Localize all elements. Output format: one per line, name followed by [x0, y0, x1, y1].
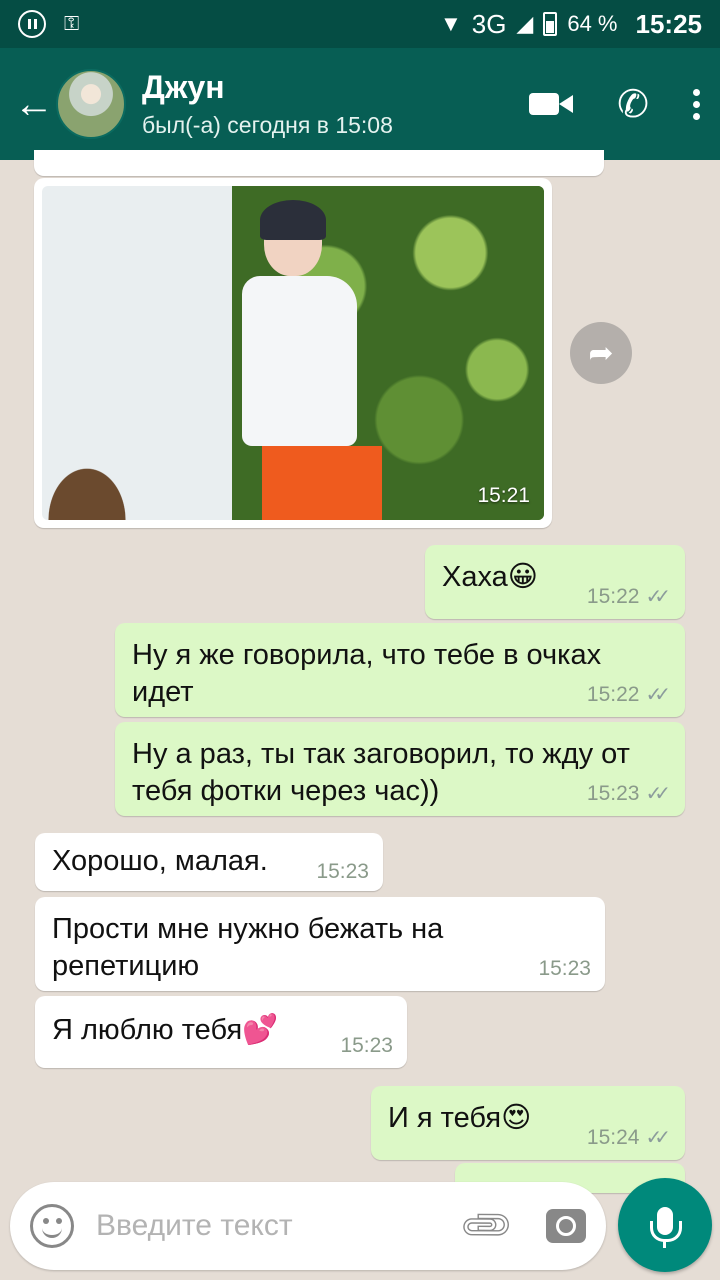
message-time: 15:21	[477, 484, 530, 507]
message-bubble[interactable]: Хаха😀 15:22 ✓✓	[425, 545, 685, 619]
avatar[interactable]	[56, 69, 126, 139]
message-bubble[interactable]: Ну я же говорила, что тебе в очках идет …	[115, 623, 685, 717]
camera-icon[interactable]	[546, 1209, 586, 1243]
message-bubble[interactable]: Прости мне нужно бежать на репетицию 15:…	[35, 897, 605, 991]
contact-info[interactable]: Джун был(-а) сегодня в 15:08	[142, 69, 393, 139]
battery-icon	[543, 12, 558, 36]
message-text: Я люблю тебя💕	[52, 1014, 279, 1046]
last-seen-status: был(-а) сегодня в 15:08	[142, 112, 393, 138]
phone-call-icon[interactable]: ✆	[617, 82, 649, 127]
battery-percent: 64 %	[567, 11, 618, 36]
message-time: 15:23	[586, 781, 640, 805]
message-time: 15:22	[586, 682, 640, 706]
read-checkmarks-icon: ✓✓	[645, 586, 670, 608]
message-time: 15:24	[586, 1125, 640, 1149]
back-arrow-icon[interactable]: ←	[14, 82, 54, 127]
message-time: 15:22	[586, 584, 640, 608]
microphone-button[interactable]	[618, 1178, 712, 1272]
compose-bar: 📎︎	[10, 1182, 606, 1270]
message-time: 15:23	[538, 957, 591, 980]
signal-icon: ◢	[516, 11, 534, 36]
more-options-icon[interactable]	[693, 88, 700, 120]
message-list[interactable]: 15:21 ➦ Хаха😀 15:22 ✓✓ Ну я же говорила,…	[0, 150, 720, 1193]
status-bar: ⚿ ▼ 3G ◢ 64 % 15:25	[0, 0, 720, 48]
clock: 15:25	[635, 8, 703, 39]
pause-icon	[18, 10, 46, 38]
forward-icon[interactable]: ➦	[570, 322, 632, 384]
read-checkmarks-icon: ✓✓	[645, 684, 670, 706]
message-time: 15:23	[316, 860, 369, 883]
emoji-icon[interactable]	[30, 1204, 74, 1248]
message-bubble[interactable]: Я люблю тебя💕 15:23	[35, 996, 407, 1068]
read-checkmarks-icon: ✓✓	[645, 783, 670, 805]
chat-header: ← Джун был(-а) сегодня в 15:08 ✆	[0, 48, 720, 160]
message-time: 15:23	[340, 1034, 393, 1057]
message-photo[interactable]: 15:21	[42, 186, 544, 520]
image-message[interactable]: 15:21	[34, 178, 552, 528]
message-bubble[interactable]: Хорошо, малая. 15:23	[35, 833, 383, 891]
network-type: 3G	[471, 8, 507, 39]
read-checkmarks-icon: ✓✓	[645, 1127, 670, 1149]
microphone-icon	[650, 1207, 682, 1248]
message-input[interactable]	[96, 1209, 436, 1243]
video-call-icon[interactable]	[529, 91, 574, 117]
key-icon: ⚿	[64, 12, 80, 35]
contact-name: Джун	[142, 69, 225, 105]
message-bubble[interactable]: И я тебя😍 15:24 ✓✓	[371, 1086, 685, 1160]
message-text: Прости мне нужно бежать на репетицию	[52, 913, 444, 982]
partial-message	[34, 150, 604, 176]
message-bubble[interactable]: Ну а раз, ты так заговорил, то жду от те…	[115, 722, 685, 816]
paperclip-icon[interactable]: 📎︎	[456, 1195, 518, 1257]
wifi-icon: ▼	[439, 11, 462, 36]
